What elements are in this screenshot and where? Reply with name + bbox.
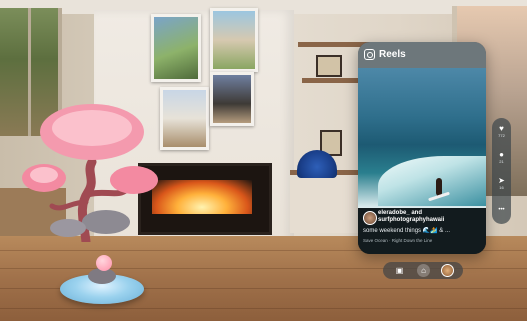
pink-bonsai-tree-3d-object[interactable]: [16, 102, 166, 242]
reels-tab-button[interactable]: ▣: [393, 264, 406, 277]
dog-photo-3: [160, 87, 209, 150]
like-count: 772: [498, 133, 505, 138]
profile-avatar-button[interactable]: [441, 264, 454, 277]
home-tab-button[interactable]: ⌂: [417, 264, 430, 277]
post-caption[interactable]: some weekend things 🌊🏄 & ...: [363, 227, 483, 234]
share-icon: ➤: [498, 176, 505, 185]
share-button[interactable]: ➤ 16: [492, 176, 511, 190]
heart-icon: ♥: [499, 124, 504, 133]
like-button[interactable]: ♥ 772: [492, 124, 511, 138]
instagram-icon: [364, 49, 375, 60]
dog-photo-4: [210, 72, 254, 126]
more-options-button[interactable]: •••: [492, 206, 511, 215]
reels-header: Reels: [358, 42, 486, 68]
reel-caption-area: eleradobe_ and surfphotographyhawaii som…: [358, 208, 486, 254]
reel-actions-rail: ♥ 772 ● 21 ➤ 16 •••: [492, 118, 511, 224]
shelf-picture-frame: [316, 55, 342, 77]
floor-plank-line: [0, 308, 527, 309]
comment-count: 21: [499, 159, 504, 164]
fire-flames: [152, 180, 252, 214]
dog-photo-1: [151, 14, 201, 82]
pink-orb: [96, 255, 112, 271]
wall-shelf-middle: [302, 78, 362, 83]
reel-video[interactable]: [358, 68, 486, 208]
audio-track[interactable]: Save Ocean · Right Down the Line: [363, 238, 483, 243]
reels-bottom-nav: ▣ ⌂: [383, 262, 463, 279]
dog-photo-2: [210, 8, 258, 72]
author-avatar[interactable]: [363, 211, 377, 225]
reels-window[interactable]: Reels eleradobe_ and surfphotographyhawa…: [358, 42, 486, 254]
comment-icon: ●: [499, 150, 504, 159]
more-icon: •••: [498, 207, 505, 213]
share-count: 16: [499, 185, 504, 190]
post-author[interactable]: eleradobe_ and surfphotographyhawaii: [378, 210, 482, 224]
reels-title: Reels: [379, 49, 406, 60]
side-cabinet: [290, 170, 360, 233]
comment-button[interactable]: ● 21: [492, 150, 511, 164]
